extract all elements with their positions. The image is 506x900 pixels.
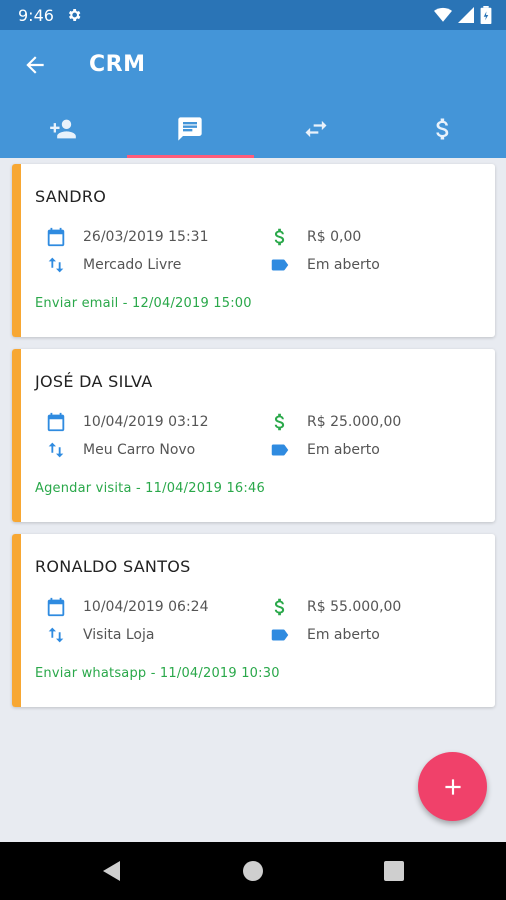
next-task: Enviar email - 12/04/2019 15:00	[35, 296, 252, 311]
battery-icon	[480, 6, 492, 24]
calendar-icon	[47, 412, 65, 432]
lead-source: Mercado Livre	[83, 257, 182, 273]
plus-icon	[444, 778, 461, 795]
tag-icon	[271, 629, 289, 641]
lead-name: SANDRO	[35, 187, 107, 206]
lead-value: R$ 25.000,00	[307, 414, 402, 430]
add-lead-button[interactable]	[418, 752, 487, 821]
source-arrows-icon	[48, 257, 64, 273]
tab-messages[interactable]	[127, 100, 254, 158]
lead-status: Em aberto	[307, 442, 380, 458]
lead-list: SANDRO 26/03/2019 15:31 R$ 0,00 Mercado …	[0, 158, 506, 842]
tab-transfers[interactable]	[253, 100, 380, 158]
tab-contacts[interactable]	[0, 100, 127, 158]
money-icon	[274, 228, 285, 246]
lead-name: RONALDO SANTOS	[35, 557, 191, 576]
card-accent-bar	[12, 349, 21, 522]
lead-date: 10/04/2019 06:24	[83, 599, 209, 615]
swap-icon	[305, 120, 327, 138]
money-icon	[274, 413, 285, 431]
status-time: 9:46	[18, 6, 54, 25]
lead-source: Meu Carro Novo	[83, 442, 196, 458]
tag-icon	[271, 444, 289, 456]
lead-card[interactable]: SANDRO 26/03/2019 15:31 R$ 0,00 Mercado …	[12, 164, 495, 337]
lead-source: Visita Loja	[83, 627, 155, 643]
status-icons	[434, 6, 492, 24]
lead-value: R$ 0,00	[307, 229, 362, 245]
lead-date: 10/04/2019 03:12	[83, 414, 209, 430]
page-title: CRM	[89, 52, 146, 77]
message-icon	[178, 117, 202, 141]
signal-icon	[458, 7, 474, 23]
tab-finance[interactable]	[380, 100, 506, 158]
lead-name: JOSÉ DA SILVA	[35, 372, 153, 391]
wifi-icon	[434, 7, 452, 22]
lead-status: Em aberto	[307, 627, 380, 643]
source-arrows-icon	[48, 442, 64, 458]
calendar-icon	[47, 597, 65, 617]
person-add-icon	[50, 119, 77, 139]
next-task: Agendar visita - 11/04/2019 16:46	[35, 481, 265, 496]
recents-square-icon[interactable]	[382, 859, 406, 883]
lead-status: Em aberto	[307, 257, 380, 273]
tag-icon	[271, 259, 289, 271]
lead-card[interactable]: JOSÉ DA SILVA 10/04/2019 03:12 R$ 25.000…	[12, 349, 495, 522]
lead-value: R$ 55.000,00	[307, 599, 402, 615]
gear-icon	[68, 9, 81, 21]
back-triangle-icon[interactable]	[100, 859, 124, 883]
source-arrows-icon	[48, 627, 64, 643]
calendar-icon	[47, 227, 65, 247]
lead-card[interactable]: RONALDO SANTOS 10/04/2019 06:24 R$ 55.00…	[12, 534, 495, 707]
tab-bar	[0, 100, 506, 158]
home-circle-icon[interactable]	[241, 859, 265, 883]
dollar-icon	[436, 118, 448, 140]
next-task: Enviar whatsapp - 11/04/2019 10:30	[35, 666, 280, 681]
system-nav-bar	[0, 842, 506, 900]
card-accent-bar	[12, 164, 21, 337]
arrow-left-icon[interactable]	[22, 52, 48, 78]
money-icon	[274, 598, 285, 616]
status-bar: 9:46	[0, 0, 506, 30]
app-bar: CRM	[0, 30, 506, 100]
card-accent-bar	[12, 534, 21, 707]
lead-date: 26/03/2019 15:31	[83, 229, 209, 245]
